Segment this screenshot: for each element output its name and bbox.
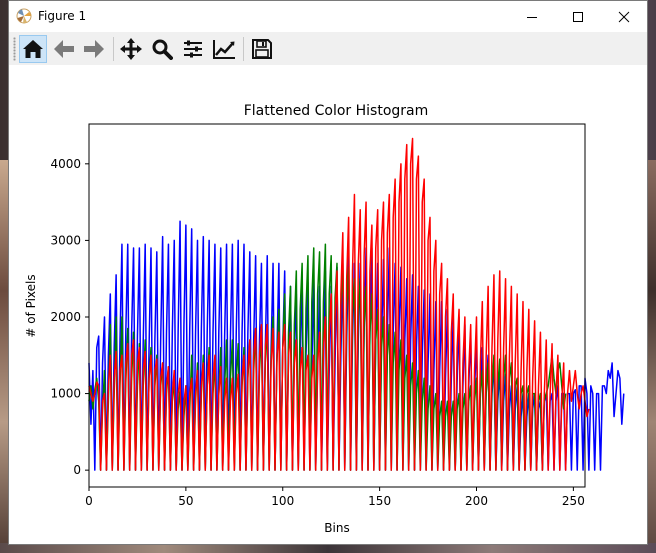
back-button[interactable] <box>50 35 78 63</box>
matplotlib-app-icon <box>16 8 32 24</box>
background-photo-left <box>0 160 8 553</box>
window-title: Figure 1 <box>38 9 87 23</box>
home-button[interactable] <box>19 35 47 63</box>
y-tick-label: 0 <box>73 463 81 477</box>
y-tick-label: 4000 <box>50 157 81 171</box>
zoom-button[interactable] <box>148 35 176 63</box>
y-tick-label: 1000 <box>50 387 81 401</box>
x-axis: 0 50 100 150 200 250 <box>85 487 585 508</box>
x-tick-label: 250 <box>562 494 585 508</box>
x-tick-label: 0 <box>85 494 93 508</box>
y-tick-label: 2000 <box>50 310 81 324</box>
navigation-toolbar <box>9 32 647 65</box>
arrow-left-icon <box>54 40 74 58</box>
figure-window: Figure 1 Flattened Color Histogram 0 50 … <box>8 0 648 545</box>
close-icon <box>618 11 630 22</box>
chart-title: Flattened Color Histogram <box>244 103 429 119</box>
save-button[interactable] <box>248 35 276 63</box>
histogram-chart: Flattened Color Histogram 0 50 100 150 200 25… <box>24 103 646 542</box>
maximize-button[interactable] <box>555 1 601 32</box>
minimize-icon <box>527 16 537 18</box>
forward-button[interactable] <box>80 35 108 63</box>
plot-lines <box>88 137 625 471</box>
move-icon <box>120 38 142 60</box>
maximize-icon <box>573 11 583 22</box>
x-tick-label: 200 <box>465 494 488 508</box>
pan-button[interactable] <box>117 35 145 63</box>
y-axis-label: # of Pixels <box>24 274 38 337</box>
toolbar-grip <box>13 37 16 61</box>
save-icon <box>252 39 272 59</box>
sliders-icon <box>184 40 202 58</box>
x-tick-label: 100 <box>271 494 294 508</box>
background-photo-right <box>648 160 656 553</box>
subplots-button[interactable] <box>179 35 207 63</box>
line-chart-icon <box>213 40 235 59</box>
toolbar-separator <box>243 37 244 61</box>
y-axis: 0 1000 2000 3000 4000 <box>50 157 89 477</box>
close-button[interactable] <box>601 1 647 32</box>
customize-button[interactable] <box>210 35 238 63</box>
series-line-2 <box>88 137 590 471</box>
toolbar-separator <box>113 37 114 61</box>
title-bar[interactable]: Figure 1 <box>9 1 647 32</box>
figure-canvas[interactable]: Flattened Color Histogram 0 50 100 150 200 25… <box>9 65 647 544</box>
home-icon <box>23 40 43 58</box>
x-tick-label: 150 <box>368 494 391 508</box>
zoom-icon <box>152 39 173 60</box>
y-tick-label: 3000 <box>50 233 81 247</box>
arrow-right-icon <box>84 40 104 58</box>
watermark-text: https://blog.csdn.net/q923714892 <box>441 528 646 542</box>
x-axis-label: Bins <box>324 521 349 535</box>
minimize-button[interactable] <box>509 1 555 32</box>
x-tick-label: 50 <box>178 494 193 508</box>
